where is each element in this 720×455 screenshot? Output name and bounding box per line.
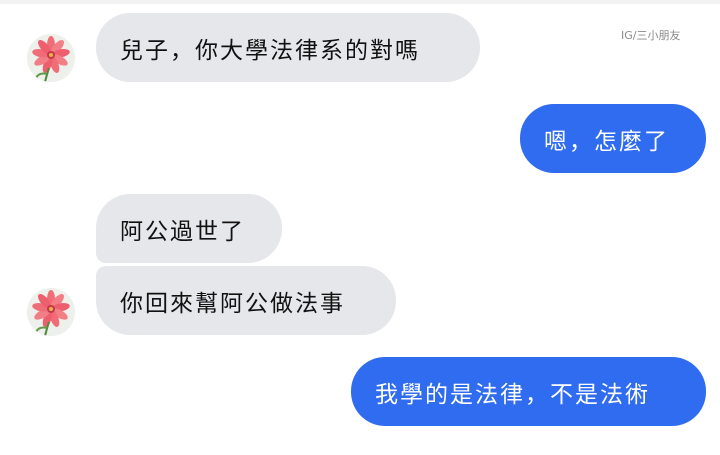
message-text: 嗯，怎麼了: [544, 128, 669, 155]
message-text: 阿公過世了: [120, 218, 245, 245]
message-bubble-outgoing[interactable]: 嗯，怎麼了: [520, 104, 706, 173]
watermark: IG/三小朋友: [621, 29, 681, 42]
pink-flower-icon: [27, 288, 75, 336]
message-bubble-outgoing[interactable]: 我學的是法律，不是法術: [351, 357, 706, 426]
contact-avatar[interactable]: [27, 288, 75, 336]
message-bubble-incoming[interactable]: 阿公過世了: [96, 194, 282, 263]
message-text: 兒子，你大學法律系的對嗎: [120, 37, 420, 64]
message-bubble-incoming[interactable]: 兒子，你大學法律系的對嗎: [96, 13, 480, 82]
message-bubble-incoming[interactable]: 你回來幫阿公做法事: [96, 266, 396, 335]
message-text: 你回來幫阿公做法事: [120, 290, 345, 317]
contact-avatar[interactable]: [27, 34, 75, 82]
pink-flower-icon: [27, 34, 75, 82]
message-text: 我學的是法律，不是法術: [375, 381, 650, 408]
top-divider: [0, 0, 720, 4]
